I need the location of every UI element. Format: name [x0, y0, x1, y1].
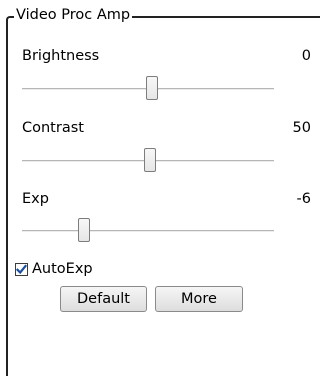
brightness-slider-thumb[interactable] [146, 76, 159, 100]
auto-exp-label: AutoExp [32, 261, 93, 277]
more-button[interactable]: More [155, 286, 243, 312]
auto-exp-checkbox-row[interactable]: AutoExp [15, 259, 93, 279]
contrast-value: 50 [292, 120, 311, 136]
contrast-slider-thumb[interactable] [143, 148, 156, 172]
auto-exp-checkbox[interactable] [15, 262, 28, 276]
slider-track [22, 230, 274, 232]
group-title: Video Proc Amp [14, 5, 133, 25]
video-proc-amp-group [6, 16, 320, 376]
brightness-slider[interactable] [22, 74, 274, 104]
contrast-label: Contrast [22, 120, 84, 136]
contrast-slider[interactable] [22, 146, 274, 176]
exp-label: Exp [22, 191, 49, 207]
exp-slider[interactable] [22, 216, 274, 246]
default-button[interactable]: Default [60, 286, 147, 312]
brightness-label: Brightness [22, 48, 100, 64]
check-mark-icon [16, 263, 27, 274]
exp-slider-thumb[interactable] [78, 218, 90, 242]
exp-value: -6 [296, 191, 311, 207]
brightness-value: 0 [301, 48, 311, 64]
